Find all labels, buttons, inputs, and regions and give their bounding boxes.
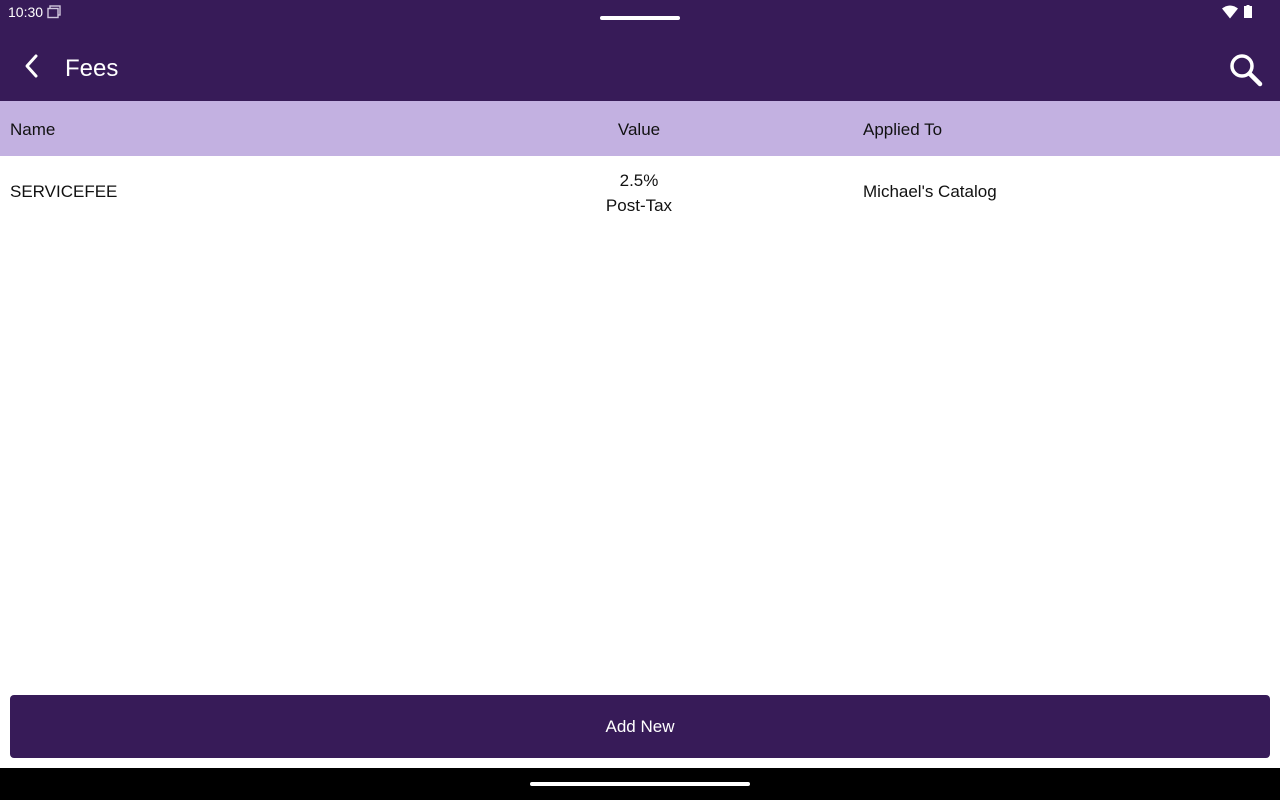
fees-screen: 10:30 Fees Name Value Applied To SERVICE… (0, 0, 1280, 800)
add-new-button[interactable]: Add New (10, 695, 1270, 758)
fee-value-amount: 2.5% (619, 171, 659, 190)
status-time: 10:30 (8, 4, 44, 20)
screenshot-icon (47, 5, 61, 19)
page-title: Fees (65, 55, 119, 82)
back-button[interactable] (12, 46, 52, 86)
fee-value: 2.5% Post-Tax (560, 168, 718, 218)
chevron-left-icon (25, 54, 38, 78)
fee-applied-to: Michael's Catalog (863, 182, 997, 201)
wifi-icon (1222, 5, 1238, 19)
battery-icon (1244, 5, 1252, 18)
column-header-name: Name (10, 120, 56, 139)
column-header-applied-to: Applied To (863, 120, 943, 139)
search-button[interactable] (1224, 48, 1268, 92)
fee-value-type: Post-Tax (605, 196, 673, 215)
column-header-value: Value (617, 120, 661, 139)
status-drag-handle[interactable] (600, 16, 680, 20)
navigation-bar (0, 768, 1280, 800)
status-bar: 10:30 (0, 0, 1280, 24)
table-header: Name Value Applied To (0, 101, 1280, 156)
home-gesture-handle[interactable] (530, 782, 750, 786)
fee-name: SERVICEFEE (10, 182, 118, 201)
app-bar: Fees (0, 24, 1280, 101)
table-row[interactable]: SERVICEFEE 2.5% Post-Tax Michael's Catal… (0, 156, 1280, 228)
search-icon (1230, 54, 1263, 87)
